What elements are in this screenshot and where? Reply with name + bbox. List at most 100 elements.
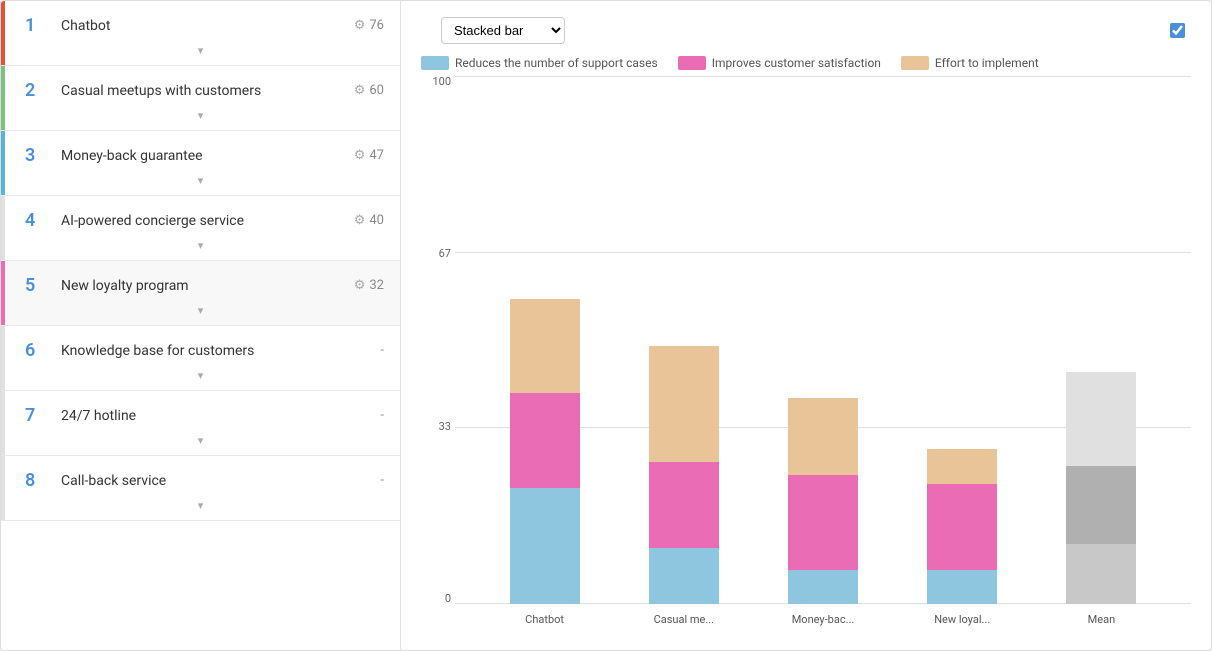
stacked-bar[interactable]	[788, 398, 858, 604]
stacked-bar[interactable]	[510, 299, 580, 604]
item-title: Knowledge base for customers	[61, 343, 380, 359]
y-axis-tick-label: 33	[425, 421, 455, 432]
score-icon: ⚙	[354, 213, 366, 228]
score-icon: ⚙	[354, 148, 366, 163]
rank-bar	[1, 391, 5, 455]
chevron-down-icon[interactable]: ▾	[1, 237, 400, 260]
bar-segment	[927, 449, 997, 483]
chevron-down-icon[interactable]: ▾	[1, 107, 400, 130]
legend-color-swatch	[421, 56, 449, 70]
x-axis-tick-label: Mean	[1032, 613, 1171, 626]
rank-bar	[1, 456, 5, 520]
list-item-inner: 5 New loyalty program⚙ 32	[1, 261, 400, 302]
chart-inner: 10067330 ChatbotCasual me...Money-bac...…	[425, 76, 1191, 634]
bar-group	[773, 398, 873, 604]
rank-bar	[1, 1, 5, 65]
right-panel: Stacked barBarLine Reduces the number of…	[401, 1, 1211, 650]
item-score: ⚙ 76	[354, 18, 384, 33]
chevron-down-icon[interactable]: ▾	[1, 432, 400, 455]
list-item-inner: 3 Money-back guarantee⚙ 47	[1, 131, 400, 172]
item-score: -	[380, 343, 384, 358]
item-score: -	[380, 408, 384, 423]
bar-segment	[927, 484, 997, 570]
stacked-bar[interactable]	[927, 449, 997, 604]
legend-label: Effort to implement	[935, 56, 1039, 70]
bar-segment	[649, 462, 719, 548]
bar-group	[495, 299, 595, 604]
score-icon: ⚙	[354, 18, 366, 33]
list-item-inner: 8 Call-back service-	[1, 456, 400, 497]
list-item-inner: 2Casual meetups with customers⚙ 60	[1, 66, 400, 107]
stacked-bar[interactable]	[1066, 372, 1136, 604]
y-axis-tick-label: 67	[425, 248, 455, 259]
chevron-down-icon[interactable]: ▾	[1, 172, 400, 195]
rank-number: 3	[25, 145, 53, 166]
x-axis-tick-label: New loyal...	[893, 613, 1032, 626]
rank-number: 7	[25, 405, 53, 426]
bar-segment	[510, 488, 580, 604]
item-title: New loyalty program	[61, 278, 354, 294]
rank-number: 4	[25, 210, 53, 231]
chart-area: 10067330 ChatbotCasual me...Money-bac...…	[421, 76, 1191, 634]
rank-number: 8	[25, 470, 53, 491]
list-item-inner: 1Chatbot⚙ 76	[1, 1, 400, 42]
list-item[interactable]: 3 Money-back guarantee⚙ 47 ▾	[1, 131, 400, 196]
list-item[interactable]: 5 New loyalty program⚙ 32 ▾	[1, 261, 400, 326]
x-axis-tick-label: Money-bac...	[753, 613, 892, 626]
list-item-inner: 724/7 hotline-	[1, 391, 400, 432]
rank-number: 2	[25, 80, 53, 101]
chevron-down-icon[interactable]: ▾	[1, 367, 400, 390]
show-mean-checkbox[interactable]	[1170, 23, 1185, 38]
item-score: ⚙ 32	[354, 278, 384, 293]
list-item[interactable]: 6 Knowledge base for customers- ▾	[1, 326, 400, 391]
bars-container	[455, 76, 1191, 604]
list-item[interactable]: 724/7 hotline-▾	[1, 391, 400, 456]
bar-segment	[1066, 372, 1136, 467]
bar-segment	[649, 548, 719, 604]
list-item[interactable]: 8 Call-back service- ▾	[1, 456, 400, 521]
bar-segment	[510, 393, 580, 488]
item-title: Call-back service	[61, 473, 380, 489]
item-score: ⚙ 47	[354, 148, 384, 163]
legend-item: Effort to implement	[901, 56, 1039, 70]
legend-color-swatch	[901, 56, 929, 70]
list-item[interactable]: 2Casual meetups with customers⚙ 60▾	[1, 66, 400, 131]
rank-number: 6	[25, 340, 53, 361]
main-container: 1Chatbot⚙ 76▾2Casual meetups with custom…	[0, 0, 1212, 651]
y-labels: 100 67 33 0	[425, 76, 455, 604]
bar-segment	[927, 570, 997, 604]
left-panel: 1Chatbot⚙ 76▾2Casual meetups with custom…	[1, 1, 401, 650]
bar-segment	[649, 346, 719, 462]
rank-bar	[1, 131, 5, 195]
bar-segment	[788, 570, 858, 604]
chart-type-select[interactable]: Stacked barBarLine	[441, 17, 565, 44]
item-score: -	[380, 473, 384, 488]
bar-segment	[788, 398, 858, 475]
y-axis-tick-label: 0	[425, 593, 455, 604]
list-item-inner: 6 Knowledge base for customers-	[1, 326, 400, 367]
legend-label: Improves customer satisfaction	[712, 56, 881, 70]
legend-item: Reduces the number of support cases	[421, 56, 658, 70]
legend-item: Improves customer satisfaction	[678, 56, 881, 70]
list-item-inner: 4AI-powered concierge service⚙ 40	[1, 196, 400, 237]
stacked-bar[interactable]	[649, 346, 719, 604]
y-axis-tick-label: 100	[425, 76, 455, 87]
bar-segment	[510, 299, 580, 394]
item-score: ⚙ 60	[354, 83, 384, 98]
bar-segment	[1066, 544, 1136, 604]
bar-segment	[1066, 466, 1136, 543]
chart-legend: Reduces the number of support cases Impro…	[421, 56, 1191, 70]
item-title: Money-back guarantee	[61, 148, 354, 164]
rank-number: 5	[25, 275, 53, 296]
bar-group	[1051, 372, 1151, 604]
list-item[interactable]: 4AI-powered concierge service⚙ 40▾	[1, 196, 400, 261]
show-mean-control	[1170, 23, 1191, 38]
bar-segment	[788, 475, 858, 570]
list-item[interactable]: 1Chatbot⚙ 76▾	[1, 1, 400, 66]
bar-group	[634, 346, 734, 604]
chevron-down-icon[interactable]: ▾	[1, 302, 400, 325]
chevron-down-icon[interactable]: ▾	[1, 497, 400, 520]
x-axis-tick-label: Chatbot	[475, 613, 614, 626]
chevron-down-icon[interactable]: ▾	[1, 42, 400, 65]
score-icon: ⚙	[354, 83, 366, 98]
